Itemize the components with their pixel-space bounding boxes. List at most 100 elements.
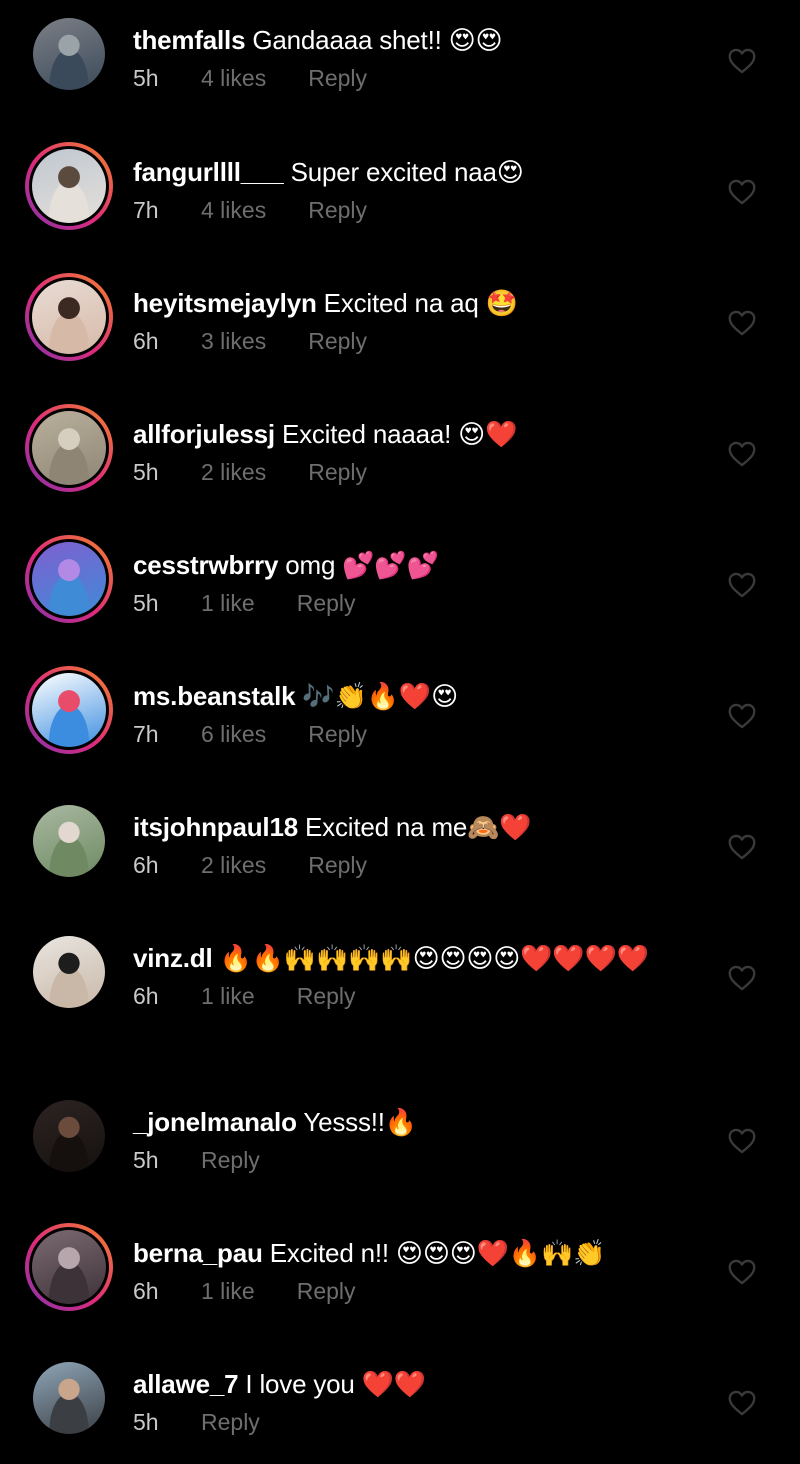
avatar-image — [32, 280, 106, 354]
heart-outline-icon — [728, 965, 756, 991]
avatar-image — [32, 1230, 106, 1304]
avatar-story-ring[interactable] — [25, 273, 113, 361]
comment-meta: 6h 2 likes Reply — [133, 850, 708, 880]
like-button[interactable] — [728, 1259, 756, 1285]
avatar[interactable] — [25, 797, 113, 885]
like-button[interactable] — [728, 441, 756, 467]
username-link[interactable]: allawe_7 — [133, 1369, 239, 1399]
reply-button[interactable]: Reply — [308, 457, 367, 487]
comment-text: 🎶👏🔥❤️😍 — [302, 681, 458, 711]
likes-count-link[interactable]: 2 likes — [201, 457, 266, 487]
like-button[interactable] — [728, 1128, 756, 1154]
comment-line: themfalls Gandaaaa shet!! 😍😍 — [133, 20, 708, 60]
likes-count-link[interactable]: 3 likes — [201, 326, 266, 356]
username-link[interactable]: vinz.dl — [133, 943, 213, 973]
username-link[interactable]: berna_pau — [133, 1238, 263, 1268]
reply-button[interactable]: Reply — [308, 850, 367, 880]
comment-line: itsjohnpaul18 Excited na me🙈❤️ — [133, 807, 708, 847]
comment-meta: 5h Reply — [133, 1145, 708, 1175]
comment-item: _jonelmanalo Yesss!!🔥 5h Reply — [0, 1082, 800, 1202]
comment-meta: 5h 2 likes Reply — [133, 457, 708, 487]
timestamp: 6h — [133, 852, 159, 878]
comment-item: themfalls Gandaaaa shet!! 😍😍 5h 4 likes Rep… — [0, 0, 800, 120]
comment-line: allawe_7 I love you ❤️❤️ — [133, 1364, 708, 1404]
username-link[interactable]: _jonelmanalo — [133, 1107, 297, 1137]
reply-button[interactable]: Reply — [308, 63, 367, 93]
heart-outline-icon — [728, 441, 756, 467]
like-button[interactable] — [728, 965, 756, 991]
avatar-story-ring[interactable] — [25, 404, 113, 492]
avatar[interactable] — [25, 1354, 113, 1442]
comment-text: Excited naaaa! 😍❤️ — [281, 419, 518, 449]
heart-outline-icon — [728, 1390, 756, 1416]
likes-count-link[interactable]: 4 likes — [201, 195, 266, 225]
username-link[interactable]: fangurllll___ — [133, 157, 284, 187]
comment-text: Super excited naa😍 — [290, 157, 524, 187]
likes-count-link[interactable]: 1 like — [201, 588, 255, 618]
avatar[interactable] — [25, 928, 113, 1016]
comment-meta: 7h 4 likes Reply — [133, 195, 708, 225]
avatar-frame — [29, 277, 109, 357]
reply-button[interactable]: Reply — [297, 588, 356, 618]
like-button[interactable] — [728, 48, 756, 74]
username-link[interactable]: themfalls — [133, 25, 246, 55]
avatar[interactable] — [25, 1092, 113, 1180]
comment-text: Excited n!! 😍😍😍❤️🔥🙌👏 — [269, 1238, 606, 1268]
reply-button[interactable]: Reply — [297, 981, 356, 1011]
avatar-frame — [33, 936, 105, 1008]
reply-button[interactable]: Reply — [297, 1276, 356, 1306]
comment-body: allforjulessj Excited naaaa! 😍❤️ 5h 2 like… — [133, 414, 708, 487]
avatar-story-ring[interactable] — [25, 1223, 113, 1311]
timestamp: 6h — [133, 1278, 159, 1304]
reply-button[interactable]: Reply — [308, 326, 367, 356]
avatar-story-ring[interactable] — [25, 142, 113, 230]
comment-line: heyitsmejaylyn Excited na aq 🤩 — [133, 283, 708, 323]
username-link[interactable]: allforjulessj — [133, 419, 275, 449]
like-button[interactable] — [728, 1390, 756, 1416]
likes-count-link[interactable]: 1 like — [201, 1276, 255, 1306]
like-button[interactable] — [728, 834, 756, 860]
username-link[interactable]: heyitsmejaylyn — [133, 288, 317, 318]
heart-outline-icon — [728, 703, 756, 729]
username-link[interactable]: ms.beanstalk — [133, 681, 296, 711]
like-button[interactable] — [728, 572, 756, 598]
comment-item: cesstrwbrry omg 💕💕💕 5h 1 like Reply — [0, 525, 800, 645]
likes-count-link[interactable]: 4 likes — [201, 63, 266, 93]
avatar-image — [32, 411, 106, 485]
comment-body: itsjohnpaul18 Excited na me🙈❤️ 6h 2 likes R… — [133, 807, 708, 880]
comment-item: berna_pau Excited n!! 😍😍😍❤️🔥🙌👏 6h 1 like Re… — [0, 1213, 800, 1333]
heart-outline-icon — [728, 310, 756, 336]
comment-body: vinz.dl 🔥🔥🙌🙌🙌🙌😍😍😍😍❤️❤️❤️❤️ 6h 1 like Reply — [133, 938, 708, 1011]
username-link[interactable]: cesstrwbrry — [133, 550, 278, 580]
reply-button[interactable]: Reply — [308, 719, 367, 749]
avatar[interactable] — [25, 10, 113, 98]
comment-meta: 6h 1 like Reply — [133, 981, 708, 1011]
avatar-story-ring[interactable] — [25, 535, 113, 623]
reply-button[interactable]: Reply — [308, 195, 367, 225]
avatar-frame — [29, 670, 109, 750]
reply-button[interactable]: Reply — [201, 1145, 260, 1175]
likes-count-link[interactable]: 1 like — [201, 981, 255, 1011]
timestamp: 6h — [133, 983, 159, 1009]
comment-item: allawe_7 I love you ❤️❤️ 5h Reply — [0, 1344, 800, 1464]
reply-button[interactable]: Reply — [201, 1407, 260, 1437]
comment-item: ms.beanstalk 🎶👏🔥❤️😍 7h 6 likes Reply — [0, 656, 800, 776]
heart-outline-icon — [728, 834, 756, 860]
timestamp: 5h — [133, 1147, 159, 1173]
avatar-image — [32, 149, 106, 223]
heart-outline-icon — [728, 1128, 756, 1154]
comment-item: vinz.dl 🔥🔥🙌🙌🙌🙌😍😍😍😍❤️❤️❤️❤️ 6h 1 like Reply — [0, 918, 800, 1038]
avatar-frame — [33, 805, 105, 877]
likes-count-link[interactable]: 2 likes — [201, 850, 266, 880]
likes-count-link[interactable]: 6 likes — [201, 719, 266, 749]
comment-line: berna_pau Excited n!! 😍😍😍❤️🔥🙌👏 — [133, 1233, 708, 1273]
like-button[interactable] — [728, 179, 756, 205]
comment-list: themfalls Gandaaaa shet!! 😍😍 5h 4 likes Rep… — [0, 0, 800, 1436]
comment-line: _jonelmanalo Yesss!!🔥 — [133, 1102, 708, 1142]
comment-line: cesstrwbrry omg 💕💕💕 — [133, 545, 708, 585]
avatar-story-ring[interactable] — [25, 666, 113, 754]
like-button[interactable] — [728, 703, 756, 729]
avatar-frame — [29, 1227, 109, 1307]
username-link[interactable]: itsjohnpaul18 — [133, 812, 298, 842]
like-button[interactable] — [728, 310, 756, 336]
